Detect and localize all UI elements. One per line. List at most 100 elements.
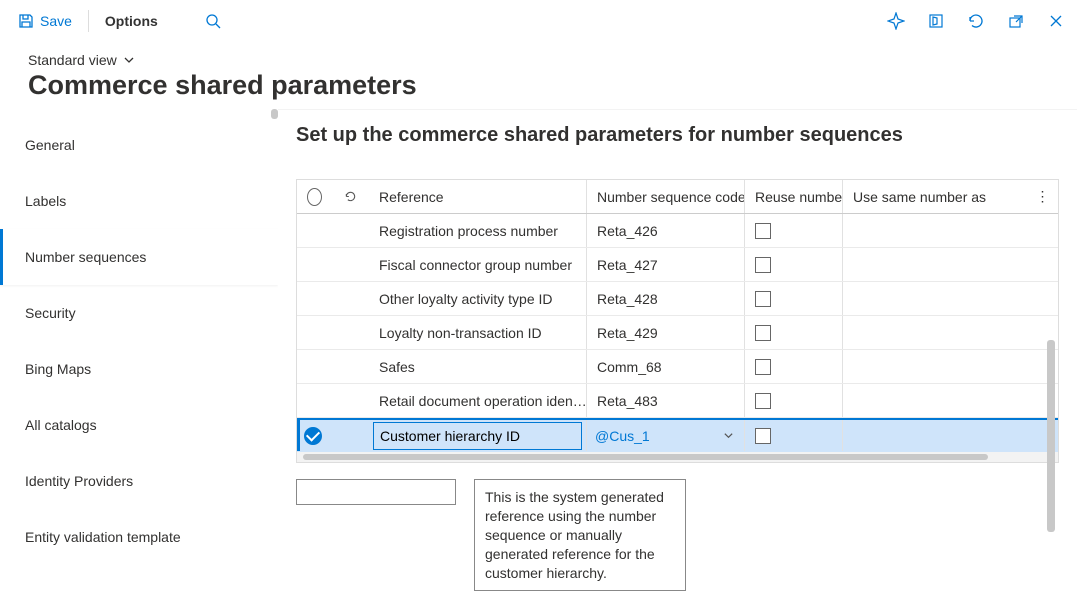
table-row[interactable]: SafesComm_68 (297, 350, 1058, 384)
cell-usesame[interactable] (843, 214, 1028, 247)
code-value: @Cus_1 (589, 428, 650, 444)
cell-code[interactable]: Reta_426 (587, 214, 745, 247)
col-header-reuse[interactable]: Reuse numbers (745, 180, 843, 213)
sidebar-item-general[interactable]: General (0, 117, 278, 173)
table-row[interactable]: Loyalty non-transaction IDReta_429 (297, 316, 1058, 350)
cell-usesame[interactable] (843, 282, 1028, 315)
row-selector[interactable] (297, 214, 333, 247)
sidebar-item-identity-providers[interactable]: Identity Providers (0, 453, 278, 509)
row-selector[interactable] (297, 248, 333, 281)
close-icon (1048, 13, 1064, 29)
row-selector[interactable] (297, 282, 333, 315)
cell-usesame[interactable] (843, 350, 1028, 383)
cell-code[interactable]: Reta_427 (587, 248, 745, 281)
sidebar-item-number-sequences[interactable]: Number sequences (0, 229, 278, 285)
cell-reuse[interactable] (745, 316, 843, 349)
separator (88, 10, 89, 32)
more-icon: ⋮ (1036, 188, 1050, 205)
options-button[interactable]: Options (97, 9, 166, 33)
col-header-label: Reference (379, 189, 444, 205)
copilot-button[interactable] (885, 10, 907, 32)
col-header-label: Use same number as (853, 189, 986, 205)
header-refresh[interactable] (333, 180, 369, 213)
popout-button[interactable] (1005, 10, 1027, 32)
col-header-usesame[interactable]: Use same number as (843, 180, 1028, 213)
command-bar-left: Save Options (10, 9, 224, 33)
cell-code[interactable]: Reta_483 (587, 384, 745, 417)
popout-icon (1008, 13, 1024, 29)
row-selector[interactable] (297, 350, 333, 383)
cell-code[interactable]: Comm_68 (587, 350, 745, 383)
cell-usesame[interactable] (843, 420, 1028, 451)
filter-input[interactable] (296, 479, 456, 505)
sidebar-item-bing-maps[interactable]: Bing Maps (0, 341, 278, 397)
col-header-overflow[interactable]: ⋮ (1028, 180, 1058, 213)
header-select-all[interactable] (297, 180, 333, 213)
sidebar-scrollbar-thumb[interactable] (271, 109, 278, 119)
cell-code[interactable]: Reta_429 (587, 316, 745, 349)
table-row[interactable]: Registration process numberReta_426 (297, 214, 1058, 248)
cell-reference[interactable]: Registration process number (369, 214, 587, 247)
office-button[interactable] (925, 10, 947, 32)
cell-reference[interactable]: Other loyalty activity type ID (369, 282, 587, 315)
cell-reference[interactable]: Retail document operation iden… (369, 384, 587, 417)
cell-reference[interactable] (369, 420, 587, 451)
sidebar-item-security[interactable]: Security (0, 285, 278, 341)
reuse-checkbox[interactable] (755, 428, 771, 444)
cell-reuse[interactable] (745, 214, 843, 247)
cell-code[interactable]: Reta_428 (587, 282, 745, 315)
reuse-checkbox[interactable] (755, 325, 771, 341)
table-row[interactable]: Other loyalty activity type IDReta_428 (297, 282, 1058, 316)
cell-reuse[interactable] (745, 384, 843, 417)
reuse-checkbox[interactable] (755, 291, 771, 307)
col-header-reference[interactable]: Reference (369, 180, 587, 213)
view-name: Standard view (28, 52, 117, 68)
cell-reuse[interactable] (745, 350, 843, 383)
reuse-checkbox[interactable] (755, 223, 771, 239)
sidebar-item-entity-validation[interactable]: Entity validation template (0, 509, 278, 565)
cell-usesame[interactable] (843, 316, 1028, 349)
sidebar-item-all-catalogs[interactable]: All catalogs (0, 397, 278, 453)
cell-usesame[interactable] (843, 248, 1028, 281)
sidebar-item-labels[interactable]: Labels (0, 173, 278, 229)
row-selector[interactable] (297, 384, 333, 417)
row-gap (333, 384, 369, 417)
cell-reference[interactable]: Safes (369, 350, 587, 383)
row-gap (333, 420, 369, 451)
cell-reuse[interactable] (745, 248, 843, 281)
cell-code[interactable]: @Cus_1 (587, 420, 745, 451)
reference-input[interactable] (373, 422, 582, 450)
refresh-button[interactable] (965, 10, 987, 32)
cell-reuse[interactable] (745, 282, 843, 315)
horizontal-scrollbar[interactable] (297, 452, 1058, 462)
table-row[interactable]: Retail document operation iden…Reta_483 (297, 384, 1058, 418)
cell-reference[interactable]: Loyalty non-transaction ID (369, 316, 587, 349)
sidebar-scrollbar[interactable] (270, 109, 278, 601)
reference-input-field[interactable] (380, 428, 575, 444)
col-header-code[interactable]: Number sequence code (587, 180, 745, 213)
cell-reuse[interactable] (745, 420, 843, 451)
page-header: Standard view Commerce shared parameters (0, 42, 1077, 109)
select-all-circle[interactable] (307, 188, 322, 206)
row-selector[interactable] (297, 420, 333, 451)
reuse-checkbox[interactable] (755, 257, 771, 273)
cell-usesame[interactable] (843, 384, 1028, 417)
table-row[interactable]: Fiscal connector group numberReta_427 (297, 248, 1058, 282)
chevron-down-icon[interactable] (723, 430, 742, 441)
table-row[interactable]: @Cus_1 (297, 418, 1058, 452)
vertical-scrollbar[interactable] (1047, 340, 1055, 532)
reuse-checkbox[interactable] (755, 393, 771, 409)
horizontal-scrollbar-thumb[interactable] (303, 454, 988, 460)
page-title: Commerce shared parameters (28, 70, 1049, 101)
cell-reference[interactable]: Fiscal connector group number (369, 248, 587, 281)
reuse-checkbox[interactable] (755, 359, 771, 375)
view-switcher[interactable]: Standard view (28, 52, 135, 68)
save-button[interactable]: Save (10, 9, 80, 33)
row-selector[interactable] (297, 316, 333, 349)
body-area: General Labels Number sequences Security… (0, 109, 1077, 601)
table-header: Reference Number sequence code Reuse num… (297, 180, 1058, 214)
content-pane: Set up the commerce shared parameters fo… (278, 109, 1077, 601)
close-button[interactable] (1045, 10, 1067, 32)
search-button[interactable] (202, 10, 224, 32)
row-select-checked[interactable] (304, 427, 322, 445)
